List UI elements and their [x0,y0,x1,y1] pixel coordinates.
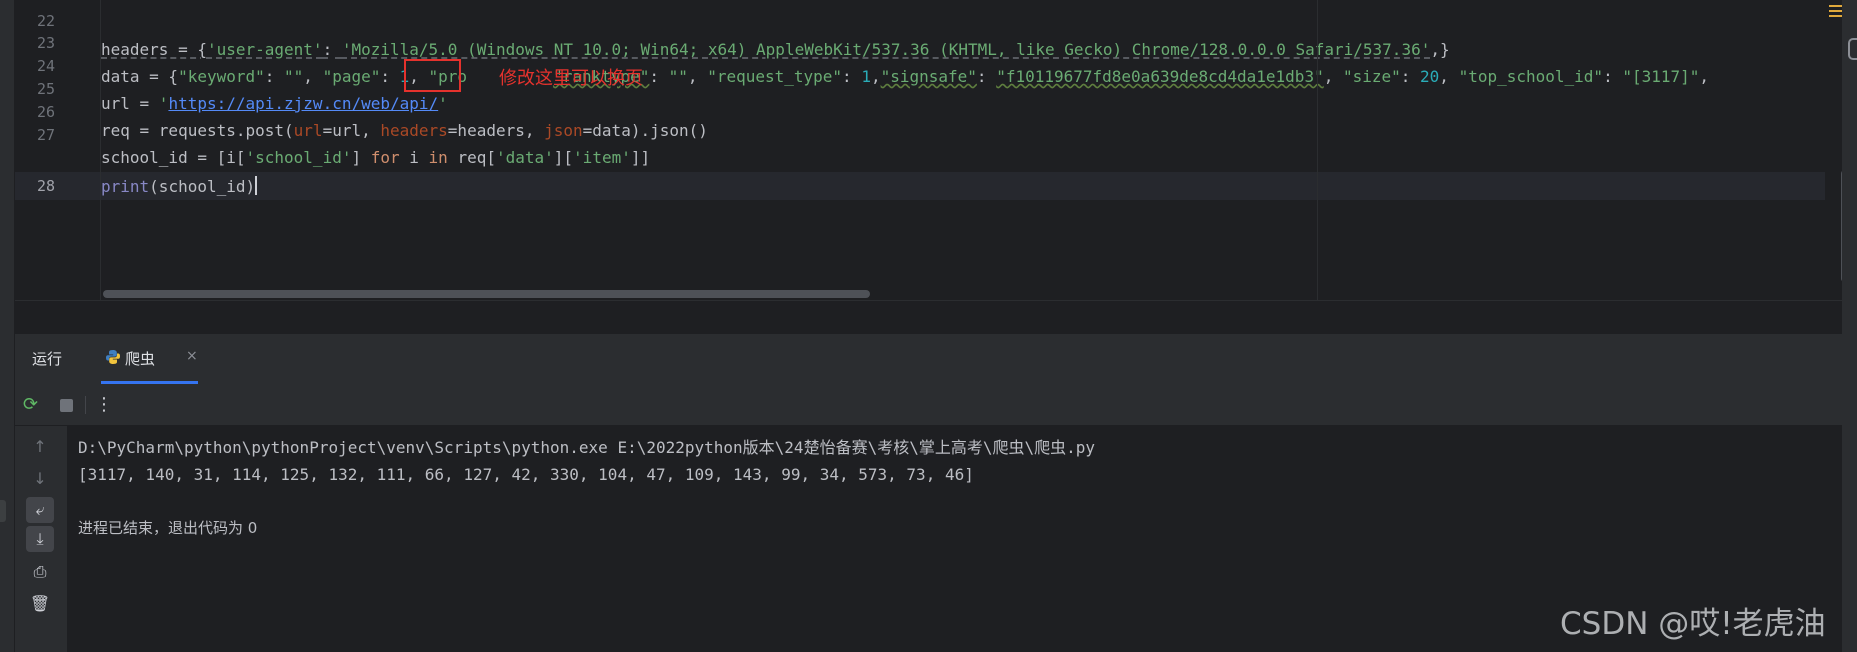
code-token: 1 [861,67,871,86]
code-token: : [649,67,669,86]
code-token: , [1323,67,1343,86]
annotation-text: 修改这里可以换页 [499,68,643,89]
code-token: print [101,177,150,196]
code-line-24[interactable]: data = {"keyword": "", "page": 1, "pro "r… [101,63,1709,90]
code-line-27[interactable]: school_id = [i['school_id'] for i in req… [101,144,650,171]
code-token: "size" [1342,67,1401,86]
code-token: ] [351,148,371,167]
code-token: : [322,40,342,59]
code-token: "[3117]" [1622,67,1700,86]
horizontal-scrollbar[interactable] [103,290,870,298]
code-token: =headers, [447,121,545,140]
scroll-down-icon[interactable]: ↓ [26,466,54,492]
code-token: : [1603,67,1623,86]
code-token: school_id = [i[ [101,148,246,167]
code-token: url [293,121,323,140]
code-token: headers = { [101,40,207,59]
code-token: =data).json() [582,121,708,140]
code-token: : [976,67,997,86]
tab-script-label: 爬虫 [125,350,156,368]
code-token: json [544,121,583,140]
right-tool-strip [1842,0,1857,652]
code-token: "keyword" [178,67,265,86]
code-token: 'Mozilla/5.0 (Windows NT 10.0; Win64; x6… [341,40,1431,59]
code-token: "" [284,67,304,86]
code-token: 20 [1420,67,1440,86]
code-token: headers [380,121,448,140]
text-caret [255,176,258,195]
code-token: req = requests.post( [101,121,294,140]
code-token: : [842,67,862,86]
tab-script[interactable]: 爬虫 × [101,334,198,384]
left-strip-marker[interactable] [0,500,6,522]
code-line-28[interactable]: print(school_id) [101,173,258,200]
run-toolbar: ⟳ ⋮ [15,384,1842,426]
code-token: 'user-agent' [206,40,323,59]
code-token: =url, [322,121,381,140]
rerun-icon[interactable]: ⟳ [23,395,43,415]
line-gutter: 22 23 24 25 26 27 28 [15,0,101,300]
code-token: i [399,148,429,167]
code-token: ,} [1430,40,1450,59]
code-token: "top_school_id" [1458,67,1604,86]
code-token: ][ [553,148,574,167]
code-token: , [303,67,323,86]
code-token: "request_type" [707,67,843,86]
soft-wrap-icon[interactable]: ⤶ [26,497,54,523]
code-token: "page" [322,67,381,86]
code-token: 'data' [495,148,554,167]
code-token: : [264,67,285,86]
toolbar-divider [85,396,86,414]
console-output-line: [3117, 140, 31, 114, 125, 132, 111, 66, … [78,465,974,484]
code-line-23[interactable]: headers = {'user-agent': 'Mozilla/5.0 (W… [101,36,1450,63]
trash-icon[interactable]: 🗑 [26,591,54,617]
code-token: 'item' [573,148,631,167]
code-token: , [870,67,881,86]
code-token: in [428,148,448,167]
code-token: for [370,148,400,167]
panel-splitter[interactable] [15,300,1842,333]
code-token: , [1699,67,1710,86]
code-token: ' [158,94,169,113]
console-exit-line: 进程已结束，退出代码为 0 [78,519,258,537]
code-token: (school_id) [149,177,256,196]
code-token: req[ [447,148,496,167]
current-line-highlight [15,172,1825,200]
python-file-icon [106,350,120,364]
code-token: data = { [101,67,179,86]
console-side-toolbar: ↑ ↓ ⤶ ⤓ ⎙ 🗑 [15,426,67,652]
code-editor[interactable]: 22 23 24 25 26 27 28 headers = {'user-ag… [15,0,1857,300]
code-line-25[interactable]: url = 'https://api.zjzw.cn/web/api/' [101,90,448,117]
more-icon[interactable]: ⋮ [95,395,115,415]
right-margin-guide [1317,0,1318,300]
code-token: : [380,67,400,86]
stop-icon[interactable] [57,395,77,415]
code-token: 'school_id' [245,148,352,167]
close-icon[interactable]: × [186,348,198,364]
code-line-26[interactable]: req = requests.post(url=url, headers=hea… [101,117,708,144]
run-tab-bar: 运行 爬虫 × [15,334,1842,384]
console-command-line: D:\PyCharm\python\pythonProject\venv\Scr… [78,438,1095,457]
code-token: ' [438,94,448,113]
left-tool-strip [0,0,15,652]
line-number: 27 [36,126,55,144]
code-token: "" [668,67,688,86]
scroll-to-end-icon[interactable]: ⤓ [26,526,54,552]
code-token: "f10119677fd8e0a639de8cd4da1e1db3" [996,67,1324,86]
code-token: , [687,67,708,86]
code-token: , [1439,67,1459,86]
code-token: : [1400,67,1421,86]
code-token: "signsafe" [880,67,977,86]
url-link[interactable]: https://api.zjzw.cn/web/api/ [168,94,438,113]
database-icon[interactable] [1848,38,1857,60]
watermark: CSDN @哎!老虎油 [1560,606,1826,642]
code-token: ]] [630,148,651,167]
annotation-highlight-box [404,59,461,92]
tab-run-label[interactable]: 运行 [32,348,62,369]
line-number-current: 28 [36,177,55,195]
code-token: url = [101,94,159,113]
print-icon[interactable]: ⎙ [26,559,54,585]
scroll-up-icon[interactable]: ↑ [26,434,54,460]
